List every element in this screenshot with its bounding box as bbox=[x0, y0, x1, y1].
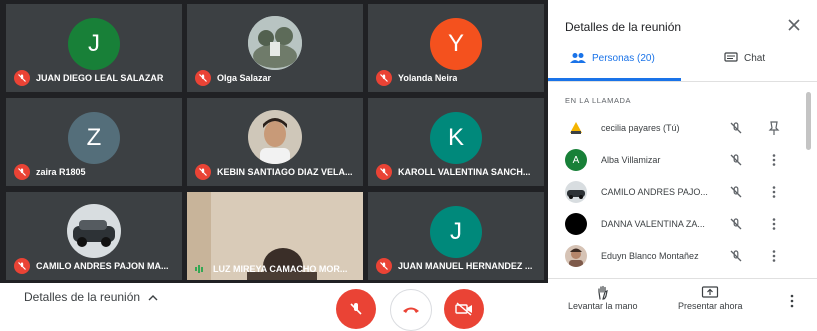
people-icon bbox=[570, 53, 586, 63]
more-options-icon[interactable] bbox=[766, 248, 782, 264]
meeting-details-panel: Detalles de la reunión Personas (20) Cha… bbox=[548, 0, 817, 314]
avatar bbox=[67, 204, 121, 258]
more-options-icon[interactable] bbox=[766, 216, 782, 232]
chat-icon bbox=[724, 52, 738, 62]
present-now-button[interactable]: Presentar ahora bbox=[678, 285, 743, 311]
mic-off-icon bbox=[730, 154, 742, 166]
participant-tile[interactable]: Y Yolanda Neira bbox=[368, 4, 544, 92]
participant-tile[interactable]: J JUAN MANUEL HERNANDEZ ... bbox=[368, 192, 544, 280]
avatar bbox=[248, 110, 302, 164]
camera-toggle-button[interactable] bbox=[444, 289, 484, 329]
close-icon[interactable] bbox=[785, 16, 803, 34]
participant-video-tile[interactable]: LUZ MIREYA CAMACHO MOR... bbox=[187, 192, 363, 280]
mic-off-icon bbox=[195, 70, 211, 86]
tab-chat-label: Chat bbox=[744, 52, 766, 64]
more-options-icon[interactable] bbox=[766, 184, 782, 200]
avatar bbox=[565, 245, 587, 267]
participant-tile[interactable]: K KAROLL VALENTINA SANCH... bbox=[368, 98, 544, 186]
video-grid: J JUAN DIEGO LEAL SALAZAR Olga Salazar Y… bbox=[0, 0, 548, 283]
panel-title: Detalles de la reunión bbox=[565, 20, 682, 34]
mic-off-icon bbox=[350, 303, 362, 315]
participant-name: Olga Salazar bbox=[217, 73, 272, 83]
participant-name: CAMILO ANDRES PAJON MA... bbox=[36, 261, 169, 271]
scrollbar[interactable] bbox=[806, 92, 811, 150]
participant-name: Alba Villamizar bbox=[601, 155, 661, 165]
participant-name: KAROLL VALENTINA SANCH... bbox=[398, 167, 531, 177]
tab-people[interactable]: Personas (20) bbox=[570, 52, 655, 64]
participant-tile[interactable]: Olga Salazar bbox=[187, 4, 363, 92]
bottom-control-bar: Detalles de la reunión bbox=[0, 283, 548, 331]
avatar bbox=[565, 117, 587, 139]
mic-off-icon bbox=[376, 164, 392, 180]
participant-name: zaira R1805 bbox=[36, 167, 86, 177]
avatar: Z bbox=[68, 112, 120, 164]
participant-list-item[interactable]: DANNA VALENTINA ZA... bbox=[565, 210, 801, 238]
present-now-label: Presentar ahora bbox=[678, 301, 743, 311]
mic-off-icon bbox=[14, 258, 30, 274]
participant-name: CAMILO ANDRES PAJO... bbox=[601, 187, 708, 197]
avatar: K bbox=[430, 112, 482, 164]
avatar: J bbox=[430, 206, 482, 258]
participant-tile[interactable]: KEBIN SANTIAGO DIAZ VELA... bbox=[187, 98, 363, 186]
hand-icon bbox=[598, 285, 608, 300]
divider bbox=[548, 81, 817, 82]
mic-off-icon bbox=[14, 164, 30, 180]
mic-off-icon bbox=[376, 258, 392, 274]
avatar: A bbox=[565, 149, 587, 171]
raise-hand-label: Levantar la mano bbox=[568, 301, 638, 311]
participant-name: KEBIN SANTIAGO DIAZ VELA... bbox=[217, 167, 353, 177]
participant-tile[interactable]: CAMILO ANDRES PAJON MA... bbox=[6, 192, 182, 280]
more-options-icon[interactable] bbox=[766, 152, 782, 168]
avatar bbox=[565, 213, 587, 235]
participant-name: DANNA VALENTINA ZA... bbox=[601, 219, 705, 229]
participant-list-item[interactable]: CAMILO ANDRES PAJO... bbox=[565, 178, 801, 206]
present-icon bbox=[702, 286, 719, 298]
participant-name: JUAN MANUEL HERNANDEZ ... bbox=[398, 261, 533, 271]
participant-list-item[interactable]: A Alba Villamizar bbox=[565, 146, 801, 174]
participant-list-item[interactable]: Eduyn Blanco Montañez bbox=[565, 242, 801, 270]
meeting-details-button[interactable]: Detalles de la reunión bbox=[24, 290, 158, 304]
tab-people-label: Personas (20) bbox=[592, 52, 655, 64]
more-options-icon[interactable] bbox=[786, 293, 798, 309]
participant-name: JUAN DIEGO LEAL SALAZAR bbox=[36, 73, 164, 83]
mic-off-icon bbox=[730, 250, 742, 262]
tab-chat[interactable]: Chat bbox=[724, 52, 765, 64]
avatar bbox=[248, 16, 302, 70]
raise-hand-button[interactable]: Levantar la mano bbox=[568, 285, 638, 311]
pin-icon[interactable] bbox=[766, 120, 782, 136]
mic-off-icon bbox=[730, 122, 742, 134]
avatar: Y bbox=[430, 18, 482, 70]
participant-name: Yolanda Neira bbox=[398, 73, 458, 83]
mic-off-icon bbox=[195, 164, 211, 180]
participant-name: cecilia payares (Tú) bbox=[601, 123, 680, 133]
section-heading: EN LA LLAMADA bbox=[565, 96, 632, 105]
mic-off-icon bbox=[376, 70, 392, 86]
meeting-details-label: Detalles de la reunión bbox=[24, 290, 141, 304]
leave-call-button[interactable] bbox=[390, 289, 432, 331]
avatar bbox=[565, 181, 587, 203]
panel-footer: Levantar la mano Presentar ahora bbox=[548, 278, 817, 315]
participant-name: Eduyn Blanco Montañez bbox=[601, 251, 699, 261]
participant-tile[interactable]: J JUAN DIEGO LEAL SALAZAR bbox=[6, 4, 182, 92]
mic-toggle-button[interactable] bbox=[336, 289, 376, 329]
participant-name: LUZ MIREYA CAMACHO MOR... bbox=[213, 264, 348, 274]
mic-off-icon bbox=[14, 70, 30, 86]
speaking-indicator-icon bbox=[195, 264, 207, 274]
mic-off-icon bbox=[730, 186, 742, 198]
participant-tile[interactable]: Z zaira R1805 bbox=[6, 98, 182, 186]
mic-off-icon bbox=[730, 218, 742, 230]
avatar: J bbox=[68, 18, 120, 70]
chevron-up-icon bbox=[148, 290, 158, 304]
participant-list-item[interactable]: cecilia payares (Tú) bbox=[565, 114, 801, 142]
